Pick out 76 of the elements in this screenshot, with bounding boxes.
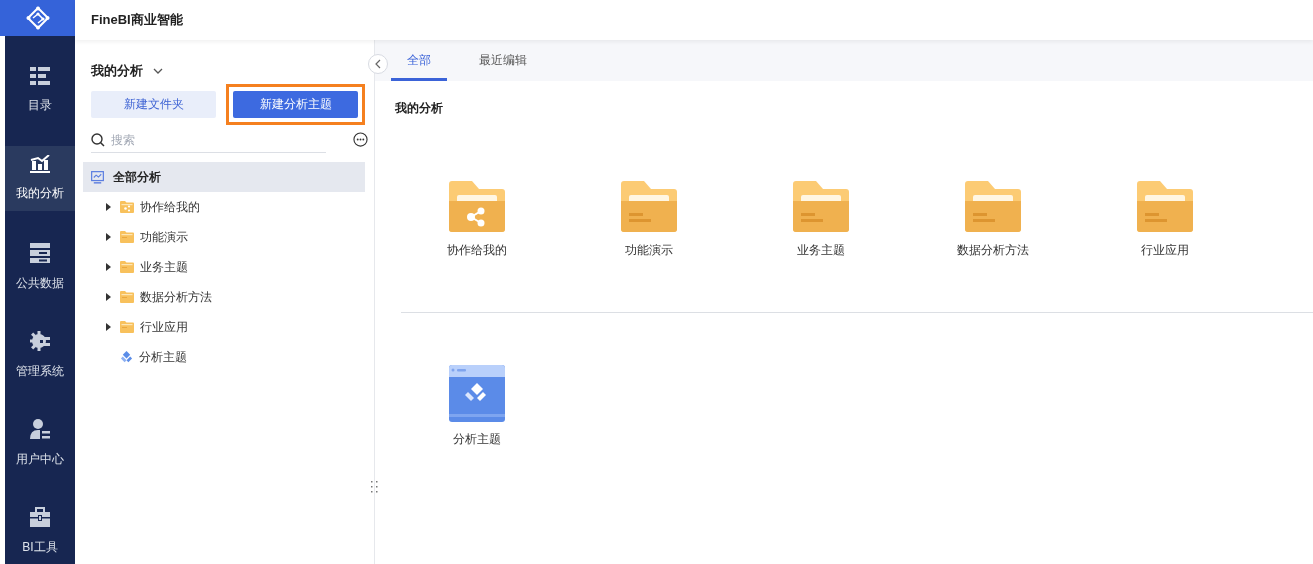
list-icon	[30, 67, 50, 85]
tile-label: 业务主题	[797, 242, 845, 259]
section-title: 我的分析	[395, 100, 443, 117]
folder-icon	[120, 201, 134, 213]
nav-label: BI工具	[22, 539, 58, 556]
nav-item[interactable]: BI工具	[5, 498, 75, 563]
search-icon	[91, 133, 105, 147]
folder-tile[interactable]: 业务主题	[735, 181, 907, 259]
folder-icon	[449, 181, 505, 232]
app-title: FineBI商业智能	[91, 11, 183, 29]
tree-item[interactable]: 功能演示	[83, 222, 365, 252]
nav-item[interactable]: 公共数据	[5, 234, 75, 299]
folder-icon	[621, 181, 677, 232]
user-icon	[30, 419, 50, 439]
folder-icon	[793, 181, 849, 232]
folder-icon	[120, 291, 134, 303]
folder-icon	[1137, 181, 1193, 232]
search-field[interactable]: 搜索	[111, 131, 311, 149]
tree-label: 协作给我的	[140, 198, 200, 216]
gear-icon	[30, 331, 50, 351]
caret-right-icon[interactable]	[105, 263, 112, 271]
nav-label: 用户中心	[16, 451, 64, 468]
tree-label: 业务主题	[140, 258, 188, 276]
logo-icon	[25, 6, 50, 30]
chevron-down-icon[interactable]	[153, 68, 163, 74]
diamond-icon	[120, 350, 133, 364]
folder-icon	[120, 321, 134, 333]
toolbox-icon	[30, 507, 50, 527]
folder-icon	[120, 261, 134, 273]
nav-item[interactable]: 我的分析	[5, 146, 75, 211]
tree-item[interactable]: 分析主题	[83, 342, 365, 372]
nav-item[interactable]: 用户中心	[5, 410, 75, 475]
new-folder-button[interactable]: 新建文件夹	[91, 91, 216, 118]
tab[interactable]: 最近编辑	[475, 40, 531, 81]
folder-tile[interactable]: 协作给我的	[391, 181, 563, 259]
more-icon[interactable]	[353, 132, 368, 147]
nav-label: 管理系统	[16, 363, 64, 380]
tree-label: 行业应用	[140, 318, 188, 336]
tree-item[interactable]: 业务主题	[83, 252, 365, 282]
resize-handle[interactable]	[371, 481, 378, 493]
tile-label: 分析主题	[453, 431, 501, 448]
tile-label: 协作给我的	[447, 242, 507, 259]
tree-label: 分析主题	[139, 348, 187, 366]
tile-label: 数据分析方法	[957, 242, 1029, 259]
database-icon	[30, 243, 50, 263]
tree-item[interactable]: 全部分析	[83, 162, 365, 192]
folder-icon	[965, 181, 1021, 232]
folder-tile[interactable]: 数据分析方法	[907, 181, 1079, 259]
nav-item[interactable]: 管理系统	[5, 322, 75, 387]
bar-chart-icon	[30, 155, 50, 173]
nav-label: 目录	[28, 97, 52, 114]
tree-item[interactable]: 行业应用	[83, 312, 365, 342]
subject-tile[interactable]: 分析主题	[391, 365, 563, 448]
tree-label: 全部分析	[113, 168, 161, 186]
dashboard-icon	[449, 365, 505, 422]
new-subject-button[interactable]: 新建分析主题	[233, 91, 358, 118]
tile-label: 功能演示	[625, 242, 673, 259]
caret-right-icon[interactable]	[105, 323, 112, 331]
monitor-icon	[91, 170, 104, 184]
folder-icon	[120, 231, 134, 243]
caret-right-icon[interactable]	[105, 203, 112, 211]
nav-label: 公共数据	[16, 275, 64, 292]
tree-label: 功能演示	[140, 228, 188, 246]
tree-item[interactable]: 数据分析方法	[83, 282, 365, 312]
caret-right-icon[interactable]	[105, 293, 112, 301]
tab[interactable]: 全部	[391, 40, 447, 81]
chevron-left-icon	[375, 59, 381, 69]
caret-right-icon[interactable]	[105, 233, 112, 241]
nav-item[interactable]: 目录	[5, 58, 75, 123]
folder-tile[interactable]: 行业应用	[1079, 181, 1251, 259]
tile-label: 行业应用	[1141, 242, 1189, 259]
folder-tile[interactable]: 功能演示	[563, 181, 735, 259]
tree-label: 数据分析方法	[140, 288, 212, 306]
tree-item[interactable]: 协作给我的	[83, 192, 365, 222]
panel-title: 我的分析	[91, 62, 143, 80]
nav-label: 我的分析	[16, 185, 64, 202]
